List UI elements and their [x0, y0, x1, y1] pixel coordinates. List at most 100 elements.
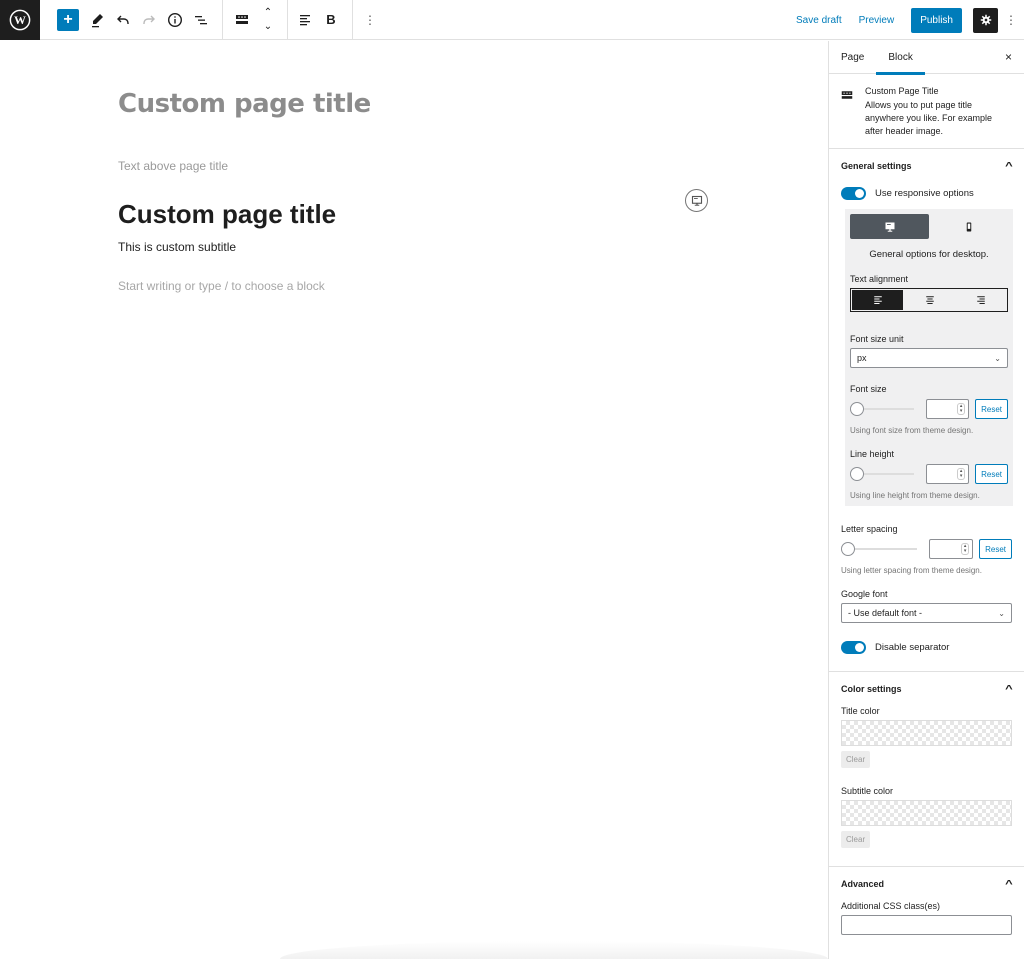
toggle-label: Disable separator	[875, 641, 950, 653]
publish-button[interactable]: Publish	[911, 7, 962, 33]
svg-text:W: W	[14, 13, 26, 27]
gear-icon	[980, 14, 991, 26]
font-size-help: Using font size from theme design.	[850, 426, 974, 435]
slider-thumb[interactable]	[850, 467, 864, 481]
text-alignment-group	[850, 288, 1008, 312]
wordpress-icon: W	[9, 9, 31, 30]
block-description: Allows you to put page title anywhere yo…	[865, 100, 993, 136]
color-settings-toggle[interactable]: Color settings ^	[841, 672, 1013, 706]
custom-title-block-icon	[236, 14, 248, 24]
wordpress-logo-button[interactable]: W	[0, 0, 40, 40]
letter-spacing-slider[interactable]	[841, 542, 918, 556]
chevron-up-icon: ^	[1005, 683, 1013, 695]
select-value: - Use default font -	[848, 608, 923, 618]
responsive-options-box: General options for desktop. Text alignm…	[845, 209, 1013, 506]
custom-page-title[interactable]: Custom page title	[118, 199, 336, 230]
panel-title: General settings	[841, 161, 912, 171]
device-preview-toggle[interactable]	[685, 189, 708, 212]
desktop-icon	[691, 195, 702, 206]
list-view-icon	[195, 15, 207, 24]
spinner-icon[interactable]: ▴ ▾	[957, 403, 966, 415]
line-height-input[interactable]: ▴ ▾	[926, 464, 970, 484]
font-size-input[interactable]: ▴ ▾	[926, 399, 970, 419]
align-center-button[interactable]	[904, 289, 955, 311]
desktop-icon	[885, 222, 894, 232]
letter-spacing-input[interactable]: ▴ ▾	[929, 539, 974, 559]
undo-button[interactable]	[110, 4, 136, 36]
block-name: Custom Page Title	[865, 86, 939, 96]
tab-block[interactable]: Block	[876, 41, 926, 75]
title-color-swatch[interactable]	[841, 720, 1012, 746]
line-height-help: Using line height from theme design.	[850, 491, 980, 500]
tools-button[interactable]	[84, 4, 110, 36]
subtitle-color-label: Subtitle color	[841, 786, 894, 796]
line-height-label: Line height	[850, 449, 895, 459]
spinner-icon[interactable]: ▴ ▾	[961, 543, 970, 555]
css-class-input[interactable]	[841, 915, 1012, 935]
font-size-reset-button[interactable]: Reset	[975, 399, 1008, 419]
device-tab-desktop[interactable]	[850, 214, 929, 239]
line-height-reset-button[interactable]: Reset	[975, 464, 1008, 484]
text-above-title[interactable]: Text above page title	[118, 159, 228, 173]
letter-spacing-control: ▴ ▾ Reset	[841, 538, 1012, 560]
slider-thumb[interactable]	[850, 402, 864, 416]
block-appender[interactable]: Start writing or type / to choose a bloc…	[118, 279, 325, 293]
pencil-icon	[92, 13, 103, 27]
move-up-button[interactable]: ⌃	[264, 6, 272, 20]
disable-separator-row: Disable separator	[841, 637, 1012, 657]
chevron-up-icon: ^	[1005, 878, 1013, 890]
save-draft-button[interactable]: Save draft	[796, 15, 842, 26]
custom-page-subtitle[interactable]: This is custom subtitle	[118, 240, 236, 254]
undo-icon	[117, 15, 129, 24]
editor-toolbar: W + ⌃ ⌄ B ⋮ Save draft Preview Publish ⋮	[0, 0, 1024, 40]
device-tab-mobile[interactable]	[929, 214, 1008, 239]
settings-sidebar: Page Block × Custom Page Title Allows yo…	[828, 41, 1024, 959]
letter-spacing-help: Using letter spacing from theme design.	[841, 566, 982, 575]
spinner-icon[interactable]: ▴ ▾	[957, 468, 966, 480]
responsive-options-row: Use responsive options	[841, 183, 1012, 203]
settings-button[interactable]	[973, 7, 998, 33]
letter-spacing-reset-button[interactable]: Reset	[979, 539, 1012, 559]
panel-title: Advanced	[841, 879, 885, 889]
responsive-options-toggle[interactable]	[841, 186, 866, 200]
preview-button[interactable]: Preview	[859, 15, 895, 26]
align-button[interactable]	[292, 4, 318, 36]
close-sidebar-button[interactable]: ×	[1005, 50, 1012, 64]
font-size-unit-label: Font size unit	[850, 334, 904, 344]
line-height-control: ▴ ▾ Reset	[850, 463, 1008, 485]
tab-page[interactable]: Page	[829, 41, 876, 74]
align-right-button[interactable]	[956, 289, 1007, 311]
subtitle-color-clear-button[interactable]: Clear	[841, 831, 871, 848]
google-font-select[interactable]: - Use default font - ⌄	[841, 603, 1012, 623]
chevron-up-icon: ^	[1005, 160, 1013, 172]
redo-button[interactable]	[136, 4, 162, 36]
bold-button[interactable]: B	[318, 4, 344, 36]
color-settings-panel: Color settings ^ Title color Clear Subti…	[829, 672, 1024, 867]
align-right-icon	[977, 296, 986, 304]
block-type-button[interactable]	[229, 4, 255, 36]
list-view-button[interactable]	[188, 4, 214, 36]
font-size-slider[interactable]	[850, 402, 915, 416]
general-settings-toggle[interactable]: General settings ^	[841, 149, 1013, 183]
mobile-icon	[966, 222, 971, 231]
font-size-unit-select[interactable]: px ⌄	[850, 348, 1008, 368]
subtitle-color-swatch[interactable]	[841, 800, 1012, 826]
device-tabs	[850, 214, 1008, 239]
advanced-toggle[interactable]: Advanced ^	[841, 867, 1013, 901]
details-button[interactable]	[162, 4, 188, 36]
block-options-button[interactable]: ⋮	[357, 4, 383, 36]
css-class-label: Additional CSS class(es)	[841, 901, 941, 911]
slider-thumb[interactable]	[841, 542, 855, 556]
align-left-button[interactable]	[852, 290, 904, 310]
font-size-label: Font size	[850, 384, 887, 394]
title-color-clear-button[interactable]: Clear	[841, 751, 871, 768]
options-menu-button[interactable]: ⋮	[1004, 13, 1018, 27]
align-center-icon	[926, 296, 934, 304]
move-down-button[interactable]: ⌄	[264, 20, 272, 34]
page-title-field[interactable]: Custom page title	[118, 89, 371, 119]
block-inserter-button[interactable]: +	[57, 8, 79, 31]
disable-separator-toggle[interactable]	[841, 640, 866, 654]
block-card: Custom Page Title Allows you to put page…	[829, 74, 1024, 149]
chevron-down-icon: ⌄	[994, 353, 1001, 363]
line-height-slider[interactable]	[850, 467, 915, 481]
